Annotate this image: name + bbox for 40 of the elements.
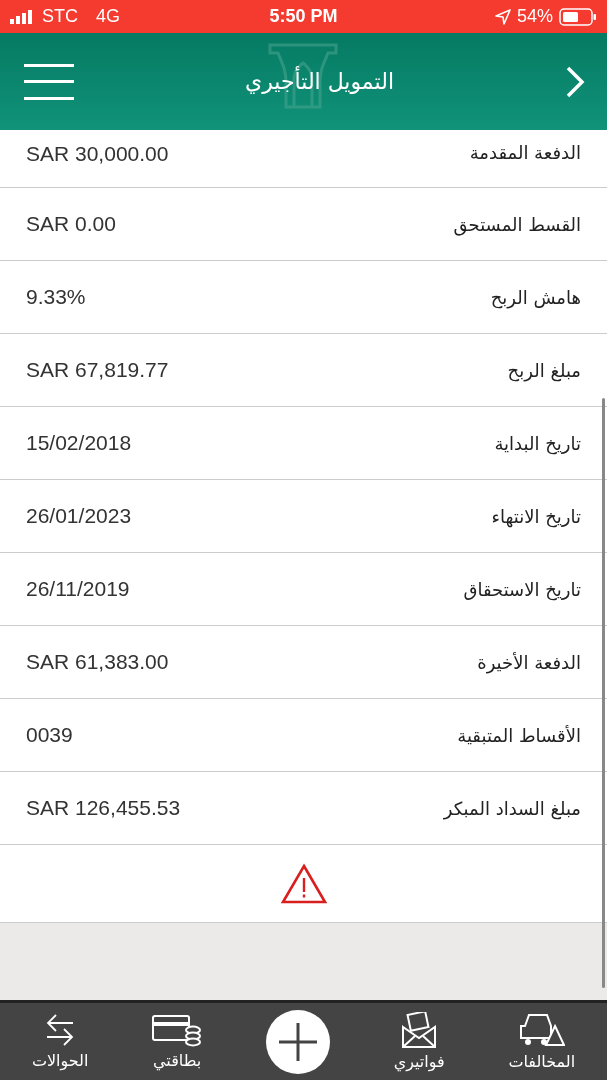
clock-time: 5:50 PM [269,6,338,27]
tab-item[interactable]: المخالفات [508,1012,576,1071]
field-value: 0039 [26,723,73,747]
battery-percent: 54% [516,6,553,27]
field-label: مبلغ الربح [507,359,581,381]
plus-icon [278,1022,317,1061]
field-value: 9.33% [26,285,86,309]
tab-item[interactable]: بطاقتي [152,1013,203,1070]
forward-button[interactable] [565,65,585,98]
field-value: 26/11/2019 [26,577,130,601]
tab-item[interactable]: الحوالات [31,1013,89,1070]
carrier-name: STC [42,6,78,27]
location-arrow-icon [494,8,511,25]
field-value: SAR 67,819.77 [26,358,169,382]
field-label: القسط المستحق [453,213,581,235]
field-value: SAR 0.00 [26,212,116,236]
field-label: هامش الربح [490,286,581,308]
envelope-money-icon [401,1012,438,1048]
transfer-arrows-icon [45,1013,76,1047]
field-label: الدفعة الأخيرة [477,651,581,673]
warning-icon [279,862,328,905]
field-label: تاريخ الانتهاء [491,505,581,527]
field-value: 15/02/2018 [26,431,132,455]
network-type: 4G [96,6,120,27]
chevron-right-icon [565,65,585,98]
car-warning-icon [518,1012,565,1048]
field-label: الدفعة المقدمة [469,142,581,163]
field-label: تاريخ البداية [494,432,581,454]
card-coins-icon [152,1013,203,1047]
field-value: 26/01/2023 [26,504,132,528]
tab-item[interactable]: فواتيري [393,1012,445,1071]
field-label: تاريخ الاستحقاق [463,578,581,600]
field-value: SAR 30,000.00 [26,142,169,166]
field-value: SAR 61,383.00 [26,650,169,674]
menu-icon [24,63,74,100]
field-value: SAR 126,455.53 [26,796,181,820]
field-label: الأقساط المتبقية [457,724,581,746]
field-label: مبلغ السداد المبكر [443,797,581,819]
menu-button[interactable] [24,63,74,100]
battery-icon [559,7,597,26]
